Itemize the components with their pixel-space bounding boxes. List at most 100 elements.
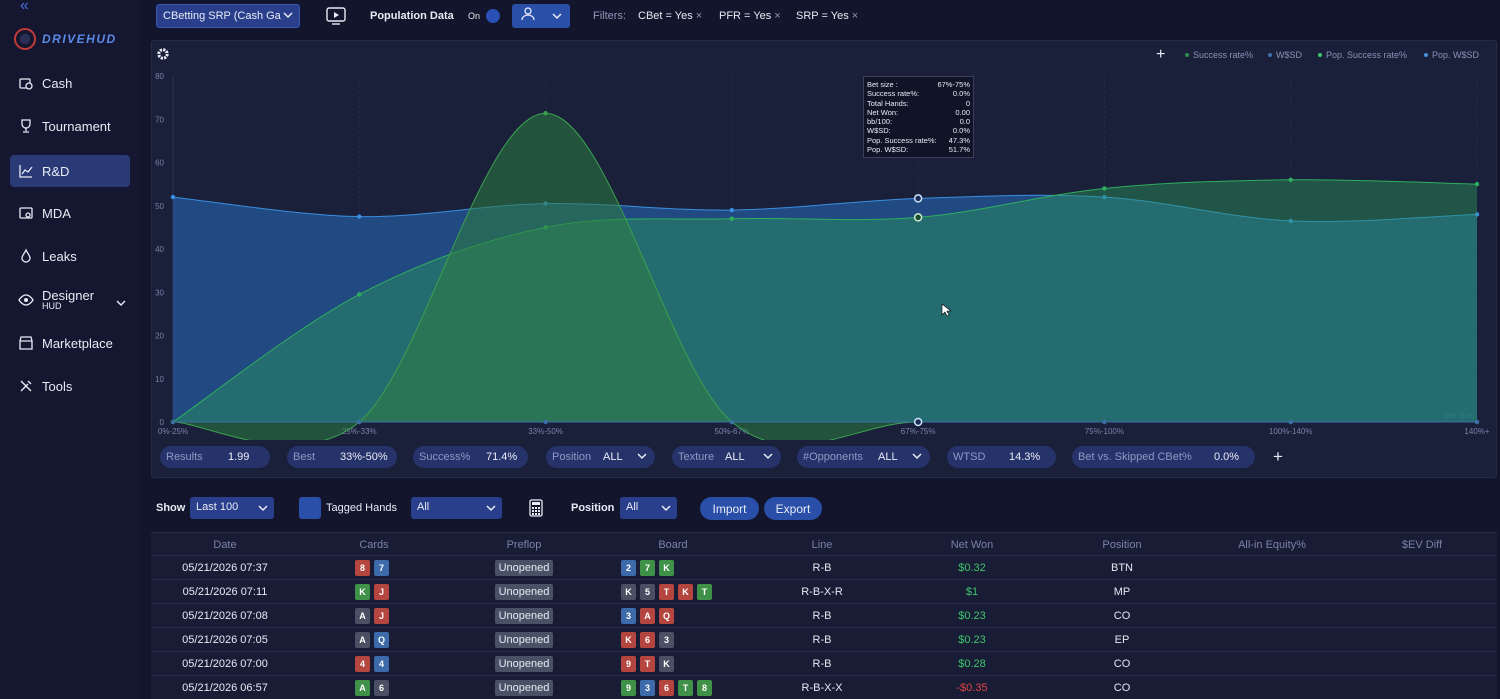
legend-item[interactable]: W$SD [1268,50,1302,60]
cell-ev-diff [1347,604,1497,628]
stat-label: Position [552,451,592,463]
table-row[interactable]: 05/21/2026 06:57 A 6 Unopened 9 3 6 T 8 R-B-X-X -$… [151,675,1497,699]
x-tick-label: 67%-75% [901,427,936,436]
tagged-hands-select[interactable]: All [411,497,502,519]
filter-chip[interactable]: CBet = Yes × [638,10,702,22]
table-row[interactable]: 05/21/2026 07:05 A Q Unopened K 6 3 R-B $0.23 EP [151,627,1497,651]
board-card: T [640,656,655,672]
population-data-label: Population Data [370,10,454,22]
cell-cards: AJ [299,604,449,628]
stat-position-select[interactable]: Position ALL [546,446,655,468]
table-row[interactable]: 05/21/2026 07:37 8 7 Unopened 2 7 K R-B $0.32 BTN [151,555,1497,579]
export-button[interactable]: Export [764,497,822,520]
toggle-state-label: On [468,11,481,21]
cell-line: R-B [812,658,832,670]
cell-position: CO [1113,610,1131,622]
table-row[interactable]: 05/21/2026 07:08 A J Unopened 3 A Q R-B $0.23 CO [151,603,1497,627]
trophy-icon [18,118,34,134]
sidebar-item-designer[interactable]: Designer HUD [10,285,130,315]
stat-texture-select[interactable]: Texture ALL [672,446,781,468]
remove-filter-icon[interactable]: × [774,10,780,22]
show-select[interactable]: Last 100 [190,497,274,519]
preflop-badge: Unopened [494,680,554,696]
stat-value: 33%-50% [340,451,388,463]
drop-icon [18,248,34,264]
table-row[interactable]: 05/21/2026 07:00 4 4 Unopened 9 T K R-B $0.28 CO [151,651,1497,675]
tooltip-value: 0 [965,98,970,108]
player-select-button[interactable] [512,4,570,28]
preflop-badge: Unopened [494,608,554,624]
board-card: K [621,632,636,648]
collapse-sidebar-icon[interactable]: « [20,0,29,15]
cell-allin-equity [1197,556,1347,580]
column-header-cards[interactable]: Cards [299,533,449,557]
show-select-value: Last 100 [196,501,239,513]
tagged-hands-checkbox[interactable] [299,497,321,519]
tooltip-value: 51.7% [948,145,970,155]
legend-label: W$SD [1276,50,1303,60]
table-row[interactable]: 05/21/2026 07:11 K J Unopened K 5 T K T R-B-X-R $1… [151,579,1497,603]
y-tick-label: 20 [155,332,164,341]
filter-chip[interactable]: PFR = Yes × [719,10,781,22]
column-header-position[interactable]: Position [1047,533,1197,557]
stat-label: #Opponents [803,451,863,463]
column-header-net-won[interactable]: Net Won [897,533,1047,557]
sidebar-item-cash[interactable]: Cash [10,67,130,99]
chevron-down-icon [283,10,293,22]
cell-preflop: Unopened [449,556,599,580]
sidebar-item-sublabel: HUD [42,301,62,311]
sidebar-item-mda[interactable]: MDA [10,197,130,229]
playing-card: A [355,680,370,696]
column-header-board[interactable]: Board [599,533,747,557]
sidebar-item-rnd[interactable]: R&D [10,155,130,187]
sidebar-item-tournament[interactable]: Tournament [10,110,130,142]
cell-preflop: Unopened [449,580,599,604]
position-select[interactable]: All [620,497,677,519]
legend-item[interactable]: Pop. Success rate% [1318,50,1407,60]
data-point [357,214,362,219]
column-header-allin-equity[interactable]: All-in Equity% [1197,533,1347,557]
sidebar-item-marketplace[interactable]: Marketplace [10,327,130,359]
video-icon[interactable] [326,7,346,30]
chevron-down-icon[interactable] [116,295,126,310]
legend-item[interactable]: Pop. W$SD [1424,50,1479,60]
calculator-icon[interactable] [528,499,544,522]
x-tick-label: 0%-25% [158,427,188,436]
x-tick-label: 33%-50% [528,427,563,436]
sidebar-item-tools[interactable]: Tools [10,370,130,402]
stat-value: ALL [725,451,745,463]
tooltip-row: Success rate%: 0.0% [867,89,970,98]
add-stat-icon[interactable]: + [1273,447,1283,467]
sidebar-item-label: Tournament [42,118,111,134]
population-toggle[interactable] [486,9,500,23]
remove-filter-icon[interactable]: × [696,10,702,22]
column-header-date[interactable]: Date [151,533,299,557]
stat-opponents-select[interactable]: #Opponents ALL [797,446,930,468]
bet-size-chart[interactable]: 010203040506070800%-25% 25%-33% 33%-50% 50%… [151,60,1496,440]
sidebar-item-label: Leaks [42,248,77,264]
data-point [543,419,548,425]
y-tick-label: 50 [155,202,164,211]
cell-ev-diff [1347,580,1497,604]
cell-net-won: $0.23 [958,610,986,622]
filter-chip-label: PFR = Yes [719,10,772,22]
tooltip-key: Total Hands: [867,98,909,108]
cell-ev-diff [1347,676,1497,699]
tooltip-value: 0.00 [955,107,970,117]
column-header-ev-diff[interactable]: $EV Diff [1347,533,1497,557]
column-header-preflop[interactable]: Preflop [449,533,599,557]
position-label: Position [571,502,615,514]
column-header-line[interactable]: Line [747,533,897,557]
import-button[interactable]: Import [700,497,759,520]
cell-date: 05/21/2026 07:08 [182,610,268,622]
legend-item[interactable]: Success rate% [1185,50,1253,60]
sidebar-item-leaks[interactable]: Leaks [10,240,130,272]
board-card: K [659,656,674,672]
report-select[interactable]: CBetting SRP (Cash Ga [156,4,300,28]
remove-filter-icon[interactable]: × [852,10,858,22]
filter-chip[interactable]: SRP = Yes × [796,10,858,22]
show-label: Show [156,502,186,514]
tooltip-value: 47.3% [948,135,970,145]
cell-net-won: $0.28 [958,658,986,670]
filter-chip-label: SRP = Yes [796,10,849,22]
